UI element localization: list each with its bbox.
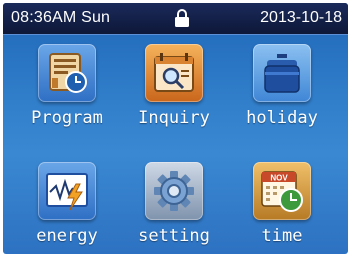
menu-item-program[interactable]: Program xyxy=(27,44,107,140)
menu-item-setting[interactable]: setting xyxy=(134,162,214,254)
menu-item-energy[interactable]: energy xyxy=(27,162,107,254)
menu-item-holiday[interactable]: holiday xyxy=(242,44,322,140)
menu-label-inquiry: Inquiry xyxy=(138,108,210,128)
thermostat-screen: 08:36AM Sun 2013-10-18 Program Inquiry h… xyxy=(3,3,348,254)
calendar-clock-icon: NOV xyxy=(253,162,311,220)
status-bar: 08:36AM Sun 2013-10-18 xyxy=(3,3,348,35)
menu-label-program: Program xyxy=(31,108,103,128)
menu-item-time[interactable]: NOV time xyxy=(242,162,322,254)
program-icon xyxy=(38,44,96,102)
lock-icon xyxy=(173,8,191,28)
menu-label-time: time xyxy=(261,226,303,246)
clock-time: 08:36AM Sun xyxy=(11,9,111,26)
calendar-month-text: NOV xyxy=(270,174,288,183)
gear-icon xyxy=(145,162,203,220)
holiday-suitcase-icon xyxy=(253,44,311,102)
menu-label-setting: setting xyxy=(138,226,210,246)
current-date: 2013-10-18 xyxy=(260,9,342,26)
menu-label-holiday: holiday xyxy=(246,108,318,128)
menu-item-inquiry[interactable]: Inquiry xyxy=(134,44,214,140)
inquiry-icon xyxy=(145,44,203,102)
energy-graph-icon xyxy=(38,162,96,220)
menu-label-energy: energy xyxy=(36,226,98,246)
